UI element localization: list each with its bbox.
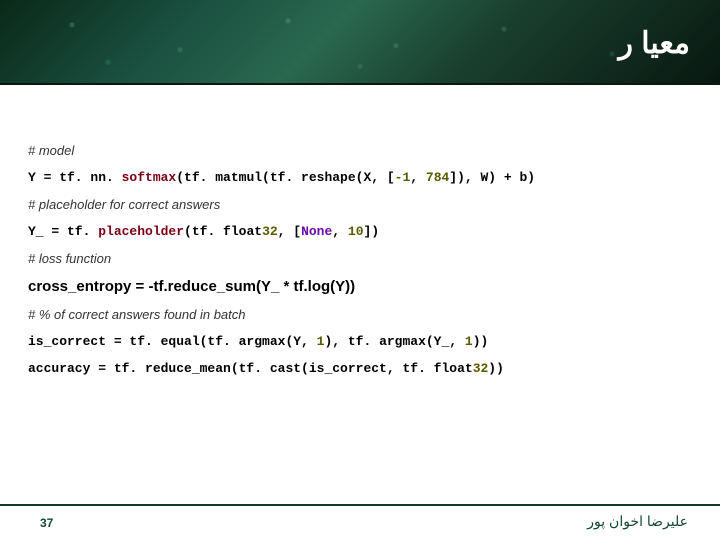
code-text: ), tf. argmax(Y_, [324,334,464,349]
slide-footer: 37 ﻋﻠﯿﺮﺿﺎ ﺍﺧﻮﺍﻥ ﭘﻮﺭ [0,506,720,540]
code-text: (tf. float [184,224,262,239]
code-none: None [301,224,332,239]
code-number: 32 [473,361,489,376]
code-line-accuracy: accuracy = tf. reduce_mean(tf. cast(is_c… [28,361,692,376]
code-text: is_correct = tf. equal(tf. argmax(Y, [28,334,317,349]
code-keyword: placeholder [98,224,184,239]
code-number: 10 [348,224,364,239]
code-line-iscorrect: is_correct = tf. equal(tf. argmax(Y, 1),… [28,334,692,349]
comment-model: # model [28,143,692,158]
slide-number: 37 [40,516,53,530]
code-text: Y = tf. nn. [28,170,122,185]
code-number: 32 [262,224,278,239]
code-text: , [332,224,348,239]
code-line-softmax: Y = tf. nn. softmax(tf. matmul(tf. resha… [28,170,692,185]
slide-content: # model Y = tf. nn. softmax(tf. matmul(t… [0,85,720,376]
comment-loss: # loss function [28,251,692,266]
code-line-placeholder: Y_ = tf. placeholder(tf. float32, [None,… [28,224,692,239]
author-name: ﻋﻠﯿﺮﺿﺎ ﺍﺧﻮﺍﻥ ﭘﻮﺭ [587,513,688,530]
code-line-cross-entropy: cross_entropy = -tf.reduce_sum(Y_ * tf.l… [28,278,692,295]
slide-title: ﻣﻌﯿﺎ ﺭ [618,26,690,61]
code-text: (tf. matmul(tf. reshape(X, [ [176,170,394,185]
comment-placeholder: # placeholder for correct answers [28,197,692,212]
code-keyword: softmax [122,170,177,185]
slide-header: ﻣﻌﯿﺎ ﺭ [0,0,720,85]
code-number: 1 [465,334,473,349]
code-number: -1 [395,170,411,185]
code-text: )) [488,361,504,376]
code-text: , [410,170,426,185]
code-text: , [ [278,224,301,239]
code-text: )) [473,334,489,349]
comment-accuracy: # % of correct answers found in batch [28,307,692,322]
code-text: ]), W) + b) [449,170,535,185]
code-text: accuracy = tf. reduce_mean(tf. cast(is_c… [28,361,473,376]
code-number: 784 [426,170,449,185]
code-text: Y_ = tf. [28,224,98,239]
code-text: ]) [364,224,380,239]
